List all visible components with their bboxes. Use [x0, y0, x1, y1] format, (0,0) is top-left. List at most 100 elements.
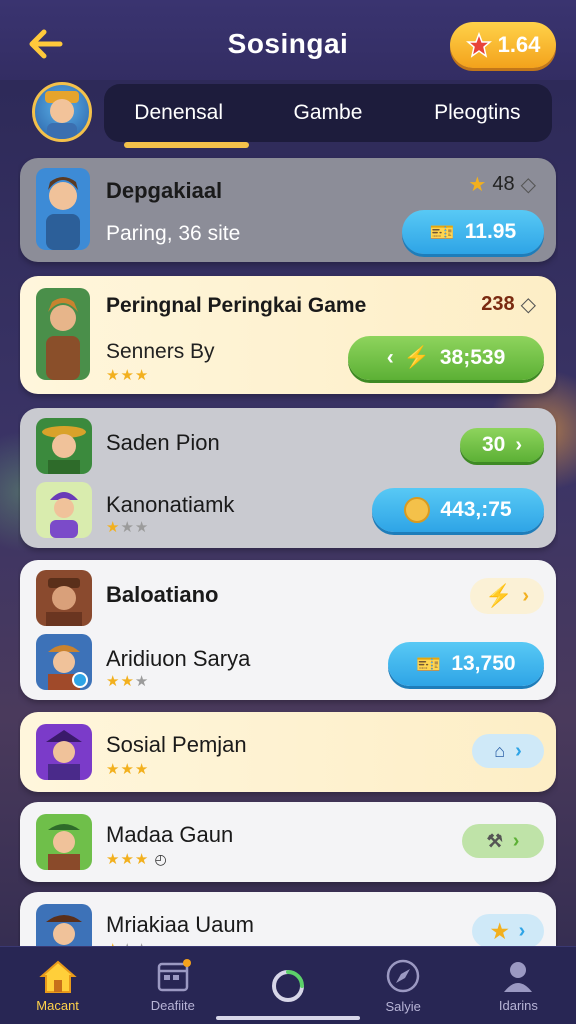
tab-denensal[interactable]: Denensal	[104, 84, 253, 148]
character-portrait-icon	[45, 91, 79, 139]
list-item[interactable]: Depgakiaal Paring, 36 site ★ 48 ◇ 🎫 11.9…	[20, 158, 556, 262]
character-portrait-icon	[36, 418, 92, 474]
nav-item-home[interactable]: Macant	[0, 947, 115, 1024]
profile-icon	[504, 962, 533, 992]
player-avatar[interactable]	[32, 82, 92, 142]
list-item[interactable]: Peringnal Peringkai Game Senners By ★★★ …	[20, 276, 556, 394]
home-icon	[38, 960, 77, 993]
score-value: 48	[492, 173, 515, 195]
game-thumbnail	[36, 814, 92, 870]
list-item-group: Baloatiano ⚡ › Aridiuon Sarya ★★★ 🎫 13,7…	[20, 560, 556, 700]
house-icon: ⌂	[494, 740, 506, 761]
tab-label: Denensal	[134, 101, 224, 124]
star-icon	[465, 32, 492, 58]
timer-icon: ◴	[154, 851, 168, 867]
star-icon: ★★	[120, 519, 150, 536]
lightning-icon: ⚡	[484, 583, 513, 608]
price-button[interactable]: 443,:75	[372, 488, 544, 532]
ticket-icon: 🎫	[429, 221, 455, 244]
game-list: Depgakiaal Paring, 36 site ★ 48 ◇ 🎫 11.9…	[18, 152, 558, 947]
star-rating: ★★★ ◴	[106, 850, 168, 868]
game-subtitle: Senners By	[106, 340, 215, 363]
tab-pleogtins[interactable]: Pleogtins	[403, 84, 552, 142]
currency-pill[interactable]: 1.64	[450, 22, 556, 68]
compass-icon	[386, 959, 420, 993]
character-portrait-icon	[36, 634, 92, 690]
star-icon: ★★★	[106, 851, 150, 868]
star-icon: ★★★	[106, 367, 150, 384]
calendar-icon	[157, 959, 191, 992]
list-item[interactable]: Sosial Pemjan ★★★ ⌂ ›	[20, 712, 556, 792]
game-title: Kanonatiamk	[106, 492, 235, 517]
chevron-right-icon: ◇	[520, 294, 536, 316]
game-title: Mriakiaa Uaum	[106, 912, 254, 937]
play-button[interactable]: 30 ›	[460, 428, 544, 462]
list-item-group: Saden Pion 30 › Kanonatiamk ★★★ 443,:75	[20, 408, 556, 548]
boost-button[interactable]: ⚡ ›	[470, 578, 544, 614]
chevron-right-icon: ›	[515, 433, 523, 456]
chevron-right-icon: ›	[518, 919, 526, 942]
price-value: 11.95	[464, 220, 517, 243]
nav-label: Idarins	[498, 998, 538, 1013]
game-thumbnail	[36, 634, 92, 690]
nav-item-profile[interactable]: Idarins	[461, 947, 576, 1024]
star-icon: ★	[490, 920, 509, 943]
game-subtitle: Paring, 36 site	[106, 222, 241, 245]
star-rating: ★★★	[106, 672, 149, 690]
game-thumbnail	[36, 570, 92, 626]
list-item[interactable]: Madaa Gaun ★★★ ◴ ⚒ ›	[20, 802, 556, 882]
character-portrait-icon	[36, 724, 92, 780]
ticket-icon: 🎫	[416, 653, 442, 676]
game-title: Depgakiaal	[106, 178, 223, 203]
bottom-nav: Macant Deafiite Salyie Idarins	[0, 946, 576, 1024]
nav-label: Deafiite	[150, 998, 195, 1013]
reward-button[interactable]: ‹ ⚡ 38;539	[348, 336, 544, 380]
favorite-button[interactable]: ★ ›	[472, 914, 544, 947]
star-icon: ★★★	[106, 761, 150, 778]
nav-item-refresh[interactable]	[230, 947, 345, 1024]
currency-value: 1.64	[497, 32, 541, 57]
equip-button[interactable]: ⚒ ›	[462, 824, 544, 858]
star-icon: ★★	[106, 673, 135, 690]
upgrade-button[interactable]: ⌂ ›	[472, 734, 544, 768]
star-icon: ★	[106, 519, 121, 536]
chevron-right-icon: ◇	[520, 174, 536, 196]
game-title: Aridiuon Sarya	[106, 646, 251, 671]
character-portrait-icon	[36, 570, 92, 626]
price-button[interactable]: 🎫 11.95	[402, 210, 544, 254]
game-thumbnail	[36, 168, 90, 250]
lightning-icon: ⚡	[403, 346, 430, 369]
chevron-right-icon: ›	[512, 829, 520, 852]
star-icon: ★	[134, 673, 150, 690]
game-title: Peringnal Peringkai Game	[106, 294, 367, 317]
score-badge: 238 ◇	[481, 292, 536, 317]
coin-icon	[404, 497, 431, 523]
tab-gambe[interactable]: Gambe	[253, 84, 402, 142]
arrow-left-icon: ‹	[386, 346, 394, 369]
game-thumbnail	[36, 724, 92, 780]
top-bar: Sosingai 1.64	[0, 0, 576, 80]
game-title: Sosial Pemjan	[106, 732, 247, 757]
game-title: Madaa Gaun	[106, 822, 234, 847]
category-tabs: Denensal Gambe Pleogtins	[104, 84, 552, 148]
star-rating: ★★★	[106, 518, 149, 536]
chevron-right-icon: ›	[522, 584, 530, 607]
price-button[interactable]: 🎫 13,750	[388, 642, 544, 686]
tab-label: Pleogtins	[434, 101, 521, 124]
chevron-right-icon: ›	[515, 739, 522, 762]
game-thumbnail	[36, 418, 92, 474]
game-thumbnail	[36, 482, 92, 538]
game-thumbnail	[36, 904, 92, 947]
refresh-icon	[272, 969, 304, 1002]
game-title: Baloatiano	[106, 582, 219, 607]
character-portrait-icon	[36, 814, 92, 870]
character-portrait-icon	[36, 904, 92, 947]
price-value: 443,:75	[440, 498, 512, 521]
hammer-icon: ⚒	[486, 830, 503, 851]
nav-item-explore[interactable]: Salyie	[346, 947, 461, 1024]
star-rating: ★★★	[106, 760, 149, 778]
list-item[interactable]: Mriakiaa Uaum ★★★ ★ ›	[20, 892, 556, 947]
nav-item-calendar[interactable]: Deafiite	[115, 947, 230, 1024]
nav-label: Macant	[36, 998, 79, 1013]
play-value: 30	[481, 433, 506, 456]
